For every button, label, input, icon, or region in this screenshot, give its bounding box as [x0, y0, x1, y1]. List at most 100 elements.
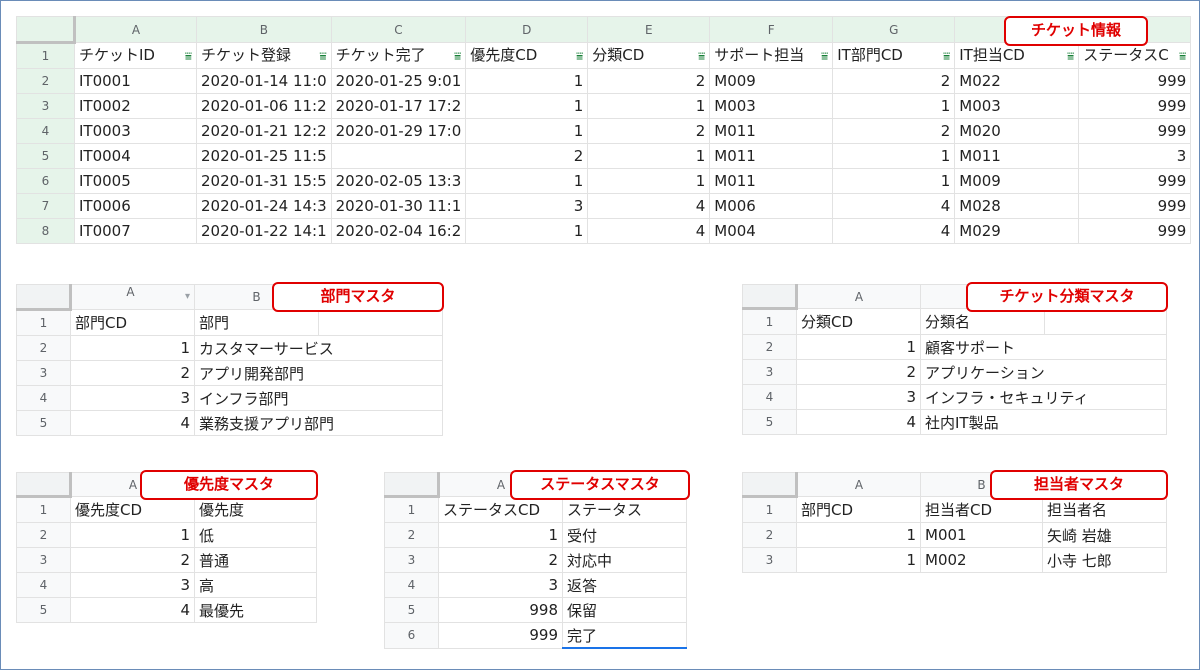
cell[interactable]: 優先度CD	[70, 496, 195, 523]
column-header-a[interactable]: A	[796, 472, 921, 497]
column-header-g[interactable]: G	[832, 16, 956, 43]
header-cell[interactable]: チケット完了 ⩸	[330, 42, 467, 69]
row-header-6[interactable]: 6	[16, 168, 75, 194]
row-header-4[interactable]: 4	[16, 385, 71, 411]
cell[interactable]: M003	[954, 93, 1080, 119]
cell[interactable]: 普通	[194, 547, 317, 573]
cell[interactable]: 2	[832, 68, 956, 94]
column-header-d[interactable]: D	[465, 16, 589, 43]
row-header-5[interactable]: 5	[384, 597, 439, 623]
cell[interactable]: 1	[465, 218, 589, 244]
cell[interactable]: 3	[796, 384, 921, 410]
cell[interactable]: IT0005	[74, 168, 197, 194]
cell[interactable]: 1	[796, 522, 921, 548]
cell[interactable]: 社内IT製品	[920, 409, 1167, 435]
column-header-c[interactable]: C	[330, 16, 467, 43]
cell[interactable]: 部門CD	[796, 496, 921, 523]
cell[interactable]: 999	[1078, 68, 1192, 94]
cell[interactable]: 998	[438, 597, 563, 623]
row-header-3[interactable]: 3	[16, 547, 71, 573]
cell[interactable]: IT0001	[74, 68, 197, 94]
cell[interactable]: IT0004	[74, 143, 197, 169]
filter-icon[interactable]: ⩸	[698, 44, 705, 68]
cell[interactable]: 999	[1078, 193, 1192, 219]
cell[interactable]: 顧客サポート	[920, 334, 1167, 360]
cell[interactable]: 1	[587, 168, 711, 194]
cell[interactable]: M009	[954, 168, 1080, 194]
cell[interactable]: カスタマーサービス	[194, 335, 443, 361]
cell[interactable]: 3	[438, 572, 563, 598]
cell[interactable]: 部門	[194, 309, 319, 336]
cell[interactable]: 優先度	[194, 496, 317, 523]
cell[interactable]: 2	[465, 143, 589, 169]
filter-icon[interactable]: ⩸	[185, 44, 192, 68]
cell[interactable]: 4	[587, 218, 711, 244]
cell[interactable]: 2020-01-29 17:0	[330, 118, 467, 144]
row-header-3[interactable]: 3	[16, 93, 75, 119]
row-header-5[interactable]: 5	[16, 597, 71, 623]
cell[interactable]: インフラ・セキュリティ	[920, 384, 1167, 410]
row-header-8[interactable]: 8	[16, 218, 75, 244]
cell[interactable]: 2020-01-31 15:5	[196, 168, 332, 194]
filter-icon[interactable]: ⩸	[319, 44, 326, 68]
cell[interactable]: 完了	[562, 622, 687, 649]
select-all-corner[interactable]	[16, 472, 72, 498]
cell[interactable]: ステータスCD	[438, 496, 563, 523]
filter-icon[interactable]: ⩸	[576, 44, 583, 68]
cell[interactable]: 保留	[562, 597, 687, 623]
cell[interactable]: 2020-01-25 9:01	[330, 68, 467, 94]
cell[interactable]: 担当者名	[1042, 496, 1167, 523]
row-header-6[interactable]: 6	[384, 622, 439, 649]
cell[interactable]	[330, 143, 467, 169]
cell[interactable]: 999	[1078, 93, 1192, 119]
cell[interactable]: インフラ部門	[194, 385, 443, 411]
cell[interactable]: IT0003	[74, 118, 197, 144]
cell[interactable]: 999	[1078, 218, 1192, 244]
cell[interactable]: 2	[587, 68, 711, 94]
cell[interactable]: 2	[70, 547, 195, 573]
cell[interactable]: 高	[194, 572, 317, 598]
cell[interactable]: 1	[796, 334, 921, 360]
cell[interactable]: 2	[832, 118, 956, 144]
cell[interactable]: 部門CD	[70, 309, 195, 336]
select-all-corner[interactable]	[384, 472, 440, 498]
column-header-a[interactable]: A ▾	[70, 284, 195, 310]
filter-icon[interactable]: ⩸	[454, 44, 461, 68]
cell[interactable]: 1	[832, 168, 956, 194]
cell[interactable]: 1	[465, 118, 589, 144]
header-cell[interactable]: チケットID ⩸	[74, 42, 197, 69]
cell[interactable]: ステータス	[562, 496, 687, 523]
row-header-7[interactable]: 7	[16, 193, 75, 219]
cell[interactable]: 1	[70, 335, 195, 361]
cell[interactable]: 999	[438, 622, 563, 649]
header-cell[interactable]: IT担当CD ⩸	[954, 42, 1080, 69]
cell[interactable]: アプリ開発部門	[194, 360, 443, 386]
cell[interactable]: 3	[1078, 143, 1192, 169]
cell[interactable]: 2020-01-30 11:1	[330, 193, 467, 219]
cell[interactable]: 1	[832, 93, 956, 119]
header-cell[interactable]: チケット登録 ⩸	[196, 42, 332, 69]
row-header-2[interactable]: 2	[16, 522, 71, 548]
cell[interactable]: M029	[954, 218, 1080, 244]
row-header-1[interactable]: 1	[16, 309, 71, 336]
cell[interactable]: 4	[832, 193, 956, 219]
row-header-1[interactable]: 1	[16, 42, 75, 69]
cell[interactable]: M022	[954, 68, 1080, 94]
cell[interactable]: M028	[954, 193, 1080, 219]
cell[interactable]: IT0007	[74, 218, 197, 244]
header-cell[interactable]: 優先度CD ⩸	[465, 42, 589, 69]
cell[interactable]: 3	[465, 193, 589, 219]
cell[interactable]: M011	[709, 118, 834, 144]
cell[interactable]: 2020-02-05 13:3	[330, 168, 467, 194]
row-header-1[interactable]: 1	[742, 308, 797, 335]
cell[interactable]: 1	[465, 168, 589, 194]
select-all-corner[interactable]	[16, 284, 72, 311]
cell[interactable]: M020	[954, 118, 1080, 144]
cell[interactable]: M003	[709, 93, 834, 119]
cell[interactable]	[318, 309, 443, 336]
cell[interactable]: 2020-01-06 11:2	[196, 93, 332, 119]
row-header-1[interactable]: 1	[16, 496, 71, 523]
cell[interactable]: IT0006	[74, 193, 197, 219]
cell[interactable]: 2020-01-22 14:1	[196, 218, 332, 244]
cell[interactable]: 2	[70, 360, 195, 386]
